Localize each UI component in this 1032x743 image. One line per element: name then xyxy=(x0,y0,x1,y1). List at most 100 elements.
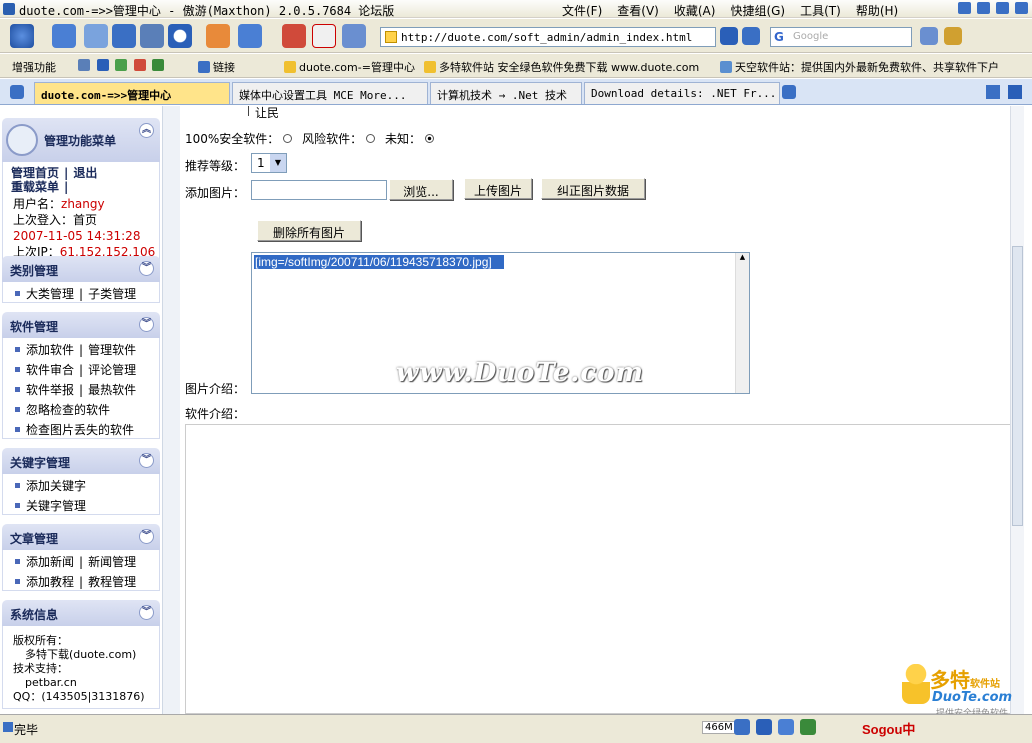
textarea-scrollbar[interactable]: ▲ xyxy=(735,253,749,393)
user-icon[interactable] xyxy=(10,85,24,99)
mascot-icon xyxy=(902,664,930,704)
admin-home-link[interactable]: 管理首页 xyxy=(11,166,59,180)
plugin-icon-2[interactable] xyxy=(96,59,109,71)
enhance-link[interactable]: 增强功能 xyxy=(12,59,56,75)
add-software-link[interactable]: 添加软件 xyxy=(26,343,74,357)
memory-indicator[interactable]: 466M xyxy=(702,721,736,734)
manage-software-link[interactable]: 管理软件 xyxy=(88,343,136,357)
sysinfo-header[interactable]: 系统信息 ︾ xyxy=(2,600,160,626)
refresh-icon[interactable] xyxy=(140,24,164,48)
logout-link[interactable]: 退出 xyxy=(73,166,97,180)
forward-disabled-icon[interactable] xyxy=(84,24,108,48)
manage-keyword-link[interactable]: 关键字管理 xyxy=(26,499,86,513)
reload-menu-link[interactable]: 重载菜单 xyxy=(11,180,59,194)
new-tab-icon[interactable] xyxy=(782,85,796,99)
group-icon[interactable] xyxy=(342,24,366,48)
favorites-icon[interactable] xyxy=(238,24,262,48)
scrollbar-thumb[interactable] xyxy=(1012,246,1023,526)
close-icon[interactable] xyxy=(1015,2,1028,14)
stop-icon[interactable] xyxy=(168,24,192,48)
tab-mce[interactable]: 媒体中心设置工具 MCE More... xyxy=(232,82,428,104)
tab-menu-icon[interactable] xyxy=(1008,85,1022,99)
pen-icon[interactable] xyxy=(282,24,306,48)
ignored-software-link[interactable]: 忽略检查的软件 xyxy=(26,403,110,417)
calendar-icon[interactable] xyxy=(312,24,336,48)
unknown-radio[interactable] xyxy=(425,134,434,143)
menu-help[interactable]: 帮助(H) xyxy=(856,2,898,19)
add-keyword-link[interactable]: 添加关键字 xyxy=(26,479,86,493)
page-icon xyxy=(385,31,397,43)
hot-software-link[interactable]: 最热软件 xyxy=(88,383,136,397)
tab-download[interactable]: Download details: .NET Fr... xyxy=(584,82,780,104)
forward-icon[interactable] xyxy=(52,24,76,48)
link-duote-admin[interactable]: duote.com-=管理中心 xyxy=(284,59,415,75)
tutorial-manage-link[interactable]: 教程管理 xyxy=(88,575,136,589)
main-menu-header[interactable]: 管理功能菜单 ︽ xyxy=(2,118,160,162)
software-header[interactable]: 软件管理 ︾ xyxy=(2,312,160,338)
collapse-icon[interactable]: ︾ xyxy=(139,605,154,620)
menu-file[interactable]: 文件(F) xyxy=(562,2,602,19)
minimize-icon[interactable] xyxy=(958,2,971,14)
picture-file-input[interactable] xyxy=(251,180,387,200)
back-icon[interactable] xyxy=(10,24,34,48)
download-status-icon[interactable] xyxy=(756,719,772,735)
plugin-icon-4[interactable] xyxy=(133,59,146,71)
menu-favorites[interactable]: 收藏(A) xyxy=(674,2,716,19)
address-bar[interactable]: http://duote.com/soft_admin/admin_index.… xyxy=(380,27,716,47)
chevron-down-icon[interactable]: ▼ xyxy=(270,154,286,172)
missing-pics-link[interactable]: 检查图片丢失的软件 xyxy=(26,423,134,437)
rating-select[interactable]: 1 ▼ xyxy=(251,153,287,173)
download-icon[interactable] xyxy=(112,24,136,48)
collapse-icon[interactable]: ︾ xyxy=(139,317,154,332)
pen-icon[interactable] xyxy=(986,85,1000,99)
collapse-icon[interactable]: ︽ xyxy=(139,123,154,138)
main-scrollbar[interactable] xyxy=(1010,106,1024,714)
plugin-icon-5[interactable] xyxy=(152,59,164,71)
upload-picture-button[interactable]: 上传图片 xyxy=(464,178,532,199)
ad-filter-icon[interactable] xyxy=(800,719,816,735)
report-software-link[interactable]: 软件举报 xyxy=(26,383,74,397)
collapse-icon[interactable]: ︾ xyxy=(139,453,154,468)
delete-all-pictures-button[interactable]: 删除所有图片 xyxy=(257,220,361,241)
articles-header[interactable]: 文章管理 ︾ xyxy=(2,524,160,550)
go-icon[interactable] xyxy=(720,27,738,45)
review-software-link[interactable]: 软件审合 xyxy=(26,363,74,377)
link-duote-home[interactable]: 多特软件站 安全绿色软件免费下载 www.duote.com xyxy=(424,59,699,75)
comments-link[interactable]: 评论管理 xyxy=(88,363,136,377)
links-folder[interactable]: 链接 xyxy=(198,59,235,75)
home-icon[interactable] xyxy=(206,24,230,48)
search-box[interactable]: G Google xyxy=(770,27,912,47)
sogou-ime[interactable]: Sogou中 xyxy=(862,719,915,738)
add-news-link[interactable]: 添加新闻 xyxy=(26,555,74,569)
keywords-header[interactable]: 关键字管理 ︾ xyxy=(2,448,160,474)
menu-view[interactable]: 查看(V) xyxy=(617,2,659,19)
collapse-icon[interactable]: ︾ xyxy=(139,261,154,276)
highlight-icon[interactable] xyxy=(944,27,962,45)
fix-picture-data-button[interactable]: 纠正图片数据 xyxy=(541,178,645,199)
category-header[interactable]: 类别管理 ︾ xyxy=(2,256,160,282)
add-tutorial-link[interactable]: 添加教程 xyxy=(26,575,74,589)
category-sub-link[interactable]: 子类管理 xyxy=(88,287,136,301)
tab-admin[interactable]: duote.com-=>>管理中心 xyxy=(34,82,230,104)
globe-icon[interactable] xyxy=(734,719,750,735)
check-icon[interactable] xyxy=(742,27,760,45)
bullet-icon xyxy=(15,291,20,296)
restore-icon[interactable] xyxy=(977,2,990,14)
menu-groups[interactable]: 快捷组(G) xyxy=(730,2,785,19)
safety-radio[interactable] xyxy=(283,134,293,143)
plugin-icon-1[interactable] xyxy=(78,59,90,71)
proxy-icon[interactable] xyxy=(778,719,794,735)
risk-radio[interactable] xyxy=(366,134,376,143)
tab-dotnet[interactable]: 计算机技术 → .Net 技术 xyxy=(430,82,582,104)
category-major-link[interactable]: 大类管理 xyxy=(26,287,74,301)
collapse-icon[interactable]: ︾ xyxy=(139,529,154,544)
news-manage-link[interactable]: 新闻管理 xyxy=(88,555,136,569)
sidebar-scrollbar[interactable] xyxy=(162,106,180,714)
menu-tools[interactable]: 工具(T) xyxy=(800,2,841,19)
search-icon[interactable] xyxy=(920,27,938,45)
tile-icon[interactable] xyxy=(996,2,1009,14)
link-skycn[interactable]: 天空软件站：提供国内外最新免费软件、共享软件下户 xyxy=(720,59,999,75)
software-intro-editor[interactable] xyxy=(185,424,1011,714)
browse-button[interactable]: 浏览... xyxy=(389,179,453,200)
plugin-icon-3[interactable] xyxy=(115,59,127,71)
